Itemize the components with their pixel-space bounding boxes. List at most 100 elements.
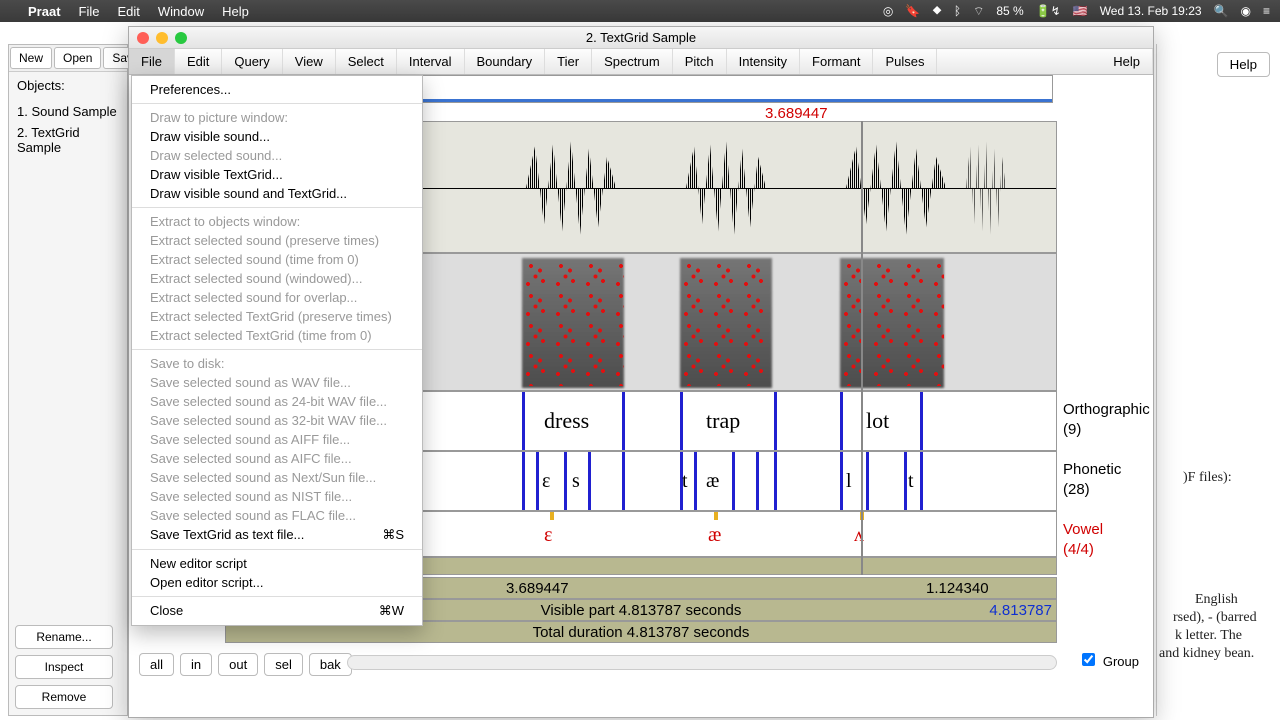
new-button[interactable]: New: [10, 47, 52, 69]
editor-menu-pitch[interactable]: Pitch: [673, 49, 727, 74]
inspect-button[interactable]: Inspect: [15, 655, 113, 679]
list-item[interactable]: 1. Sound Sample: [9, 101, 127, 122]
zoom-all-button[interactable]: all: [139, 653, 174, 676]
horizontal-scrollbar[interactable]: [347, 655, 1057, 670]
titlebar[interactable]: 2. TextGrid Sample: [129, 27, 1153, 49]
interval-label: dress: [544, 408, 589, 434]
wifi-icon: ⌔: [973, 4, 984, 19]
menu-item[interactable]: Save TextGrid as text file...⌘S: [132, 525, 422, 545]
menu-item[interactable]: Draw visible sound...: [132, 127, 422, 146]
interval-label: lot: [866, 408, 889, 434]
menu-edit[interactable]: Edit: [117, 4, 139, 19]
menu-item: Extract selected TextGrid (preserve time…: [132, 307, 422, 326]
menu-file[interactable]: File: [79, 4, 100, 19]
remove-button[interactable]: Remove: [15, 685, 113, 709]
selection-start-value: 3.689447: [506, 580, 569, 597]
editor-menu-spectrum[interactable]: Spectrum: [592, 49, 673, 74]
editor-menu-pulses[interactable]: Pulses: [873, 49, 937, 74]
zoom-sel-button[interactable]: sel: [264, 653, 303, 676]
battery-icon: 🔋↯: [1036, 4, 1061, 18]
menu-item: Save selected sound as Next/Sun file...: [132, 468, 422, 487]
menu-item[interactable]: New editor script: [132, 554, 422, 573]
objects-list[interactable]: 1. Sound Sample 2. TextGrid Sample: [9, 99, 127, 160]
editor-help-button[interactable]: Help: [1101, 49, 1153, 74]
menu-item: Save selected sound as 24-bit WAV file..…: [132, 392, 422, 411]
objects-label: Objects:: [9, 72, 127, 99]
textgrid-editor-window: 2. TextGrid Sample File Edit Query View …: [128, 26, 1154, 718]
menu-item: Draw selected sound...: [132, 146, 422, 165]
menu-window[interactable]: Window: [158, 4, 204, 19]
visible-end-value: 4.813787: [989, 602, 1052, 619]
list-item[interactable]: 2. TextGrid Sample: [9, 122, 127, 158]
menu-item[interactable]: Draw visible TextGrid...: [132, 165, 422, 184]
editor-menu-boundary[interactable]: Boundary: [465, 49, 546, 74]
menu-item: Extract selected sound (time from 0): [132, 250, 422, 269]
menu-item: Save selected sound as FLAC file...: [132, 506, 422, 525]
objects-window: New Open Save Objects: 1. Sound Sample 2…: [8, 44, 128, 716]
menu-item: Extract selected sound for overlap...: [132, 288, 422, 307]
help-button[interactable]: Help: [1217, 52, 1270, 77]
bluetooth-icon: ᛒ: [954, 4, 961, 18]
menu-help[interactable]: Help: [222, 4, 249, 19]
datetime-label: Wed 13. Feb 19:23: [1100, 4, 1202, 18]
menu-item[interactable]: Draw visible sound and TextGrid...: [132, 184, 422, 203]
editor-menu-formant[interactable]: Formant: [800, 49, 873, 74]
status-icon: ◎: [883, 4, 893, 18]
menu-separator: [132, 596, 422, 597]
menu-item: Save selected sound as NIST file...: [132, 487, 422, 506]
editor-menu-intensity[interactable]: Intensity: [727, 49, 800, 74]
file-menu-dropdown: Preferences...Draw to picture window:Dra…: [131, 75, 423, 626]
interval-label: trap: [706, 408, 740, 434]
cursor-line[interactable]: [861, 121, 863, 575]
tier-name-label: Orthographic: [1063, 401, 1150, 418]
menu-separator: [132, 103, 422, 104]
zoom-bak-button[interactable]: bak: [309, 653, 352, 676]
bookmark-icon: 🔖: [905, 4, 920, 18]
editor-menu-query[interactable]: Query: [222, 49, 282, 74]
menu-item[interactable]: Close⌘W: [132, 601, 422, 621]
menu-item: Save selected sound as AIFF file...: [132, 430, 422, 449]
tier-name-label: Vowel: [1063, 521, 1103, 538]
selection-duration-value: 1.124340: [926, 580, 989, 597]
total-label: Total duration 4.813787 seconds: [533, 624, 750, 641]
menu-separator: [132, 549, 422, 550]
editor-menu-select[interactable]: Select: [336, 49, 397, 74]
visible-label: Visible part 4.813787 seconds: [541, 602, 742, 619]
menu-item: Save selected sound as AIFC file...: [132, 449, 422, 468]
menu-separator: [132, 207, 422, 208]
help-window-bg: Help )F files): English rsed), - (barred…: [1156, 44, 1280, 716]
flag-icon: 🇺🇸: [1073, 4, 1088, 18]
editor-menu-file[interactable]: File: [129, 49, 175, 74]
menu-item: Extract selected sound (preserve times): [132, 231, 422, 250]
battery-label: 85 %: [996, 4, 1023, 18]
editor-menu-edit[interactable]: Edit: [175, 49, 222, 74]
spotlight-icon[interactable]: 🔍: [1214, 4, 1229, 18]
group-checkbox[interactable]: Group: [1082, 653, 1139, 669]
rename-button[interactable]: Rename...: [15, 625, 113, 649]
dropbox-icon: ⯁: [932, 4, 942, 19]
notifications-icon[interactable]: ≡: [1263, 4, 1270, 18]
menu-item: Save selected sound as WAV file...: [132, 373, 422, 392]
zoom-in-button[interactable]: in: [180, 653, 212, 676]
siri-icon[interactable]: ◉: [1241, 4, 1251, 18]
menu-item: Extract selected sound (windowed)...: [132, 269, 422, 288]
editor-menu-interval[interactable]: Interval: [397, 49, 465, 74]
cursor-time-label: 3.689447: [765, 105, 828, 122]
editor-menu-tier[interactable]: Tier: [545, 49, 592, 74]
app-name[interactable]: Praat: [28, 4, 61, 19]
window-title: 2. TextGrid Sample: [129, 30, 1153, 45]
menu-item: Save selected sound as 32-bit WAV file..…: [132, 411, 422, 430]
tier-name-label: Phonetic: [1063, 461, 1121, 478]
menu-separator: [132, 349, 422, 350]
menu-item: Save to disk:: [132, 354, 422, 373]
menu-item: Draw to picture window:: [132, 108, 422, 127]
group-checkbox-input[interactable]: [1082, 653, 1095, 666]
tier-count-label: (28): [1063, 481, 1090, 498]
open-button[interactable]: Open: [54, 47, 101, 69]
editor-menu-view[interactable]: View: [283, 49, 336, 74]
zoom-out-button[interactable]: out: [218, 653, 258, 676]
menu-item[interactable]: Preferences...: [132, 80, 422, 99]
editor-menubar: File Edit Query View Select Interval Bou…: [129, 49, 1153, 75]
tier-count-label: (4/4): [1063, 541, 1094, 558]
menu-item[interactable]: Open editor script...: [132, 573, 422, 592]
